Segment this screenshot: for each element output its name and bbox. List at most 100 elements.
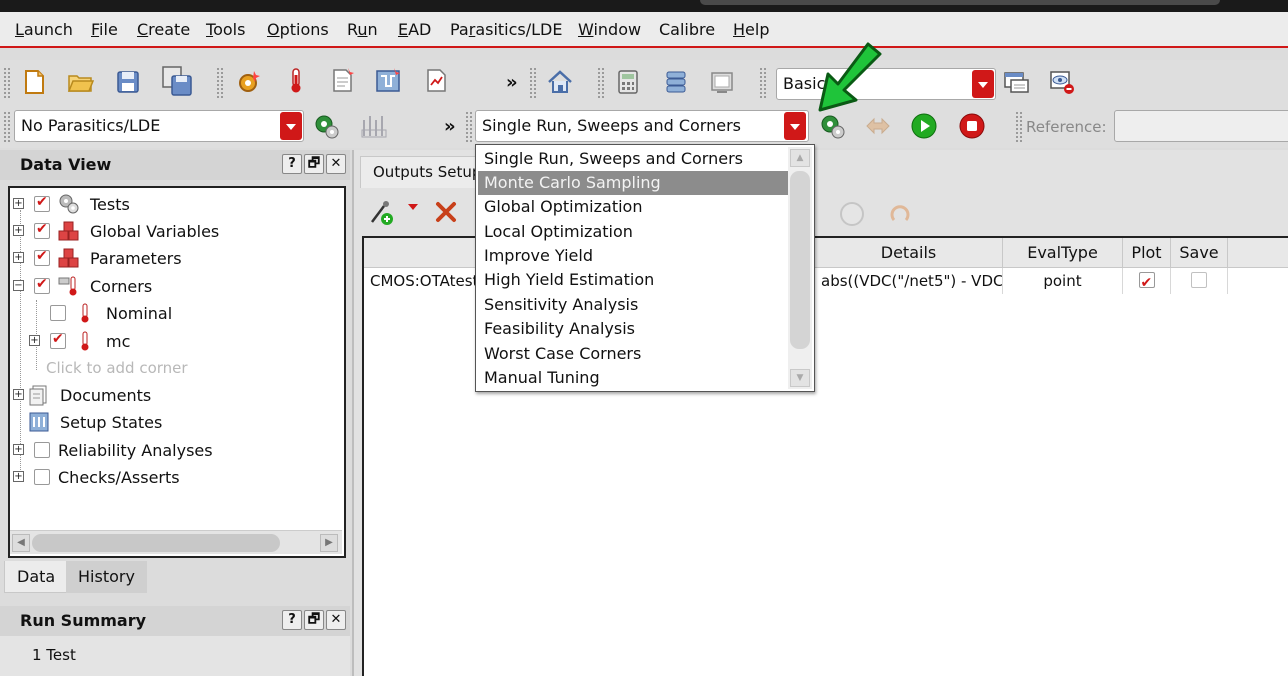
scroll-left-arrow[interactable]: ◀ (12, 534, 30, 552)
dropdown-scroll-up-arrow[interactable]: ▲ (790, 149, 810, 167)
dropdown-scroll-down-arrow[interactable]: ▼ (790, 369, 810, 387)
basic-mode-combo[interactable]: Basic (776, 68, 996, 100)
tree-item-mc[interactable]: mc (50, 328, 130, 354)
tree-item-documents[interactable]: Documents (28, 382, 151, 408)
save-all-icon[interactable] (160, 64, 194, 98)
menu-window[interactable]: Window (578, 20, 641, 39)
documents-expander[interactable]: + (13, 389, 24, 400)
delete-output-icon[interactable] (434, 200, 458, 224)
tree-item-nominal[interactable]: Nominal (50, 300, 172, 326)
tests-checkbox[interactable] (34, 194, 50, 212)
tests-expander[interactable]: + (13, 198, 24, 209)
output-row-evaltype[interactable]: point (1003, 268, 1123, 294)
global-variables-expander[interactable]: + (13, 225, 24, 236)
option-global-optimization[interactable]: Global Optimization (478, 195, 788, 219)
new-file-icon[interactable] (20, 68, 48, 96)
tab-outputs-setup[interactable]: Outputs Setup (360, 156, 490, 188)
tree-item-checks-asserts[interactable]: Checks/Asserts (34, 464, 180, 490)
column-header-save[interactable]: Save (1171, 238, 1228, 268)
checks-asserts-checkbox[interactable] (34, 469, 50, 485)
run-summary-float-button[interactable]: 🗗 (304, 610, 324, 630)
gear-sparkle-icon[interactable] (234, 68, 262, 96)
thermometer-icon[interactable] (282, 66, 310, 94)
output-refresh-icon[interactable] (886, 200, 914, 228)
save-checkbox[interactable] (1191, 272, 1207, 288)
view-hide-icon[interactable] (1048, 68, 1076, 96)
stop-simulation-icon[interactable] (958, 112, 986, 140)
run-simulation-icon[interactable] (910, 112, 938, 140)
tab-history[interactable]: History (66, 561, 147, 593)
add-output-dropdown[interactable] (408, 204, 418, 210)
option-sensitivity-analysis[interactable]: Sensitivity Analysis (478, 293, 788, 317)
save-icon[interactable] (114, 68, 142, 96)
option-monte-carlo-sampling[interactable]: Monte Carlo Sampling (478, 171, 788, 195)
data-view-help-button[interactable]: ? (282, 154, 302, 174)
menu-launch[interactable]: Launch (15, 20, 73, 39)
menu-help[interactable]: Help (733, 20, 769, 39)
data-view-horizontal-scrollbar[interactable]: ◀ ▶ (10, 530, 342, 554)
option-feasibility-analysis[interactable]: Feasibility Analysis (478, 317, 788, 341)
parasitics-combo[interactable]: No Parasitics/LDE (14, 110, 304, 142)
dropdown-scroll-thumb[interactable] (790, 171, 810, 349)
calculator-icon[interactable] (614, 68, 642, 96)
output-row-save[interactable] (1171, 268, 1228, 294)
tree-item-tests[interactable]: Tests (34, 191, 130, 217)
tree-item-global-variables[interactable]: Global Variables (34, 218, 219, 244)
toolbar-overflow-chevron[interactable]: » (506, 72, 518, 93)
scroll-thumb[interactable] (32, 534, 280, 552)
parasitics-setup-icon[interactable] (312, 112, 340, 140)
output-options-icon[interactable] (838, 200, 866, 228)
report-icon[interactable] (422, 66, 450, 94)
output-row-details[interactable]: abs((VDC("/net5") - VDC... (815, 268, 1003, 294)
parasitics-dropdown-button[interactable] (280, 112, 302, 140)
mc-checkbox[interactable] (50, 331, 66, 349)
menu-parasitics-lde[interactable]: Parasitics/LDE (450, 20, 562, 39)
waveform-window-icon[interactable] (708, 68, 736, 96)
tree-item-parameters[interactable]: Parameters (34, 245, 182, 271)
lde-setup-icon[interactable] (360, 112, 388, 140)
corners-expander[interactable]: − (13, 280, 24, 291)
output-row-plot[interactable] (1123, 268, 1171, 294)
menu-ead[interactable]: EAD (398, 20, 431, 39)
parameters-checkbox[interactable] (34, 248, 50, 266)
document-edit-icon[interactable] (328, 66, 356, 94)
run-mode-combo[interactable]: Single Run, Sweeps and Corners (475, 110, 809, 142)
run-summary-help-button[interactable]: ? (282, 610, 302, 630)
tree-item-setup-states[interactable]: Setup States (28, 409, 162, 435)
basic-mode-dropdown-button[interactable] (972, 70, 994, 98)
option-manual-tuning[interactable]: Manual Tuning (478, 366, 788, 390)
click-to-add-corner[interactable]: Click to add corner (46, 355, 188, 381)
reference-swap-icon[interactable] (864, 112, 892, 140)
toolbar-grip[interactable] (4, 68, 10, 98)
add-output-icon[interactable] (368, 198, 398, 228)
option-local-optimization[interactable]: Local Optimization (478, 220, 788, 244)
menu-create[interactable]: Create (137, 20, 190, 39)
menu-tools[interactable]: Tools (206, 20, 245, 39)
menu-calibre[interactable]: Calibre (659, 20, 715, 39)
option-worst-case-corners[interactable]: Worst Case Corners (478, 342, 788, 366)
global-variables-checkbox[interactable] (34, 221, 50, 239)
run-mode-dropdown-button[interactable] (784, 112, 806, 140)
menu-file[interactable]: File (91, 20, 118, 39)
nominal-checkbox[interactable] (50, 305, 66, 321)
option-single-run[interactable]: Single Run, Sweeps and Corners (478, 147, 788, 171)
tab-data[interactable]: Data (4, 561, 69, 593)
reference-input[interactable] (1114, 110, 1288, 142)
menu-options[interactable]: Options (267, 20, 329, 39)
window-list-icon[interactable] (1002, 68, 1030, 96)
tree-item-corners[interactable]: Corners (34, 273, 152, 299)
toolbar2-overflow-chevron[interactable]: » (444, 116, 456, 137)
menu-run[interactable]: Run (347, 20, 378, 39)
data-view-close-button[interactable]: ✕ (326, 154, 346, 174)
column-header-evaltype[interactable]: EvalType (1003, 238, 1123, 268)
tree-item-reliability-analyses[interactable]: Reliability Analyses (34, 437, 213, 463)
scroll-right-arrow[interactable]: ▶ (320, 534, 338, 552)
dropdown-scrollbar[interactable]: ▲ ▼ (788, 147, 812, 389)
corners-checkbox[interactable] (34, 276, 50, 294)
reliability-expander[interactable]: + (13, 444, 24, 455)
plot-checkbox[interactable] (1138, 270, 1155, 294)
mc-expander[interactable]: + (29, 335, 40, 346)
run-summary-close-button[interactable]: ✕ (326, 610, 346, 630)
home-icon[interactable] (546, 68, 574, 96)
parameters-expander[interactable]: + (13, 252, 24, 263)
